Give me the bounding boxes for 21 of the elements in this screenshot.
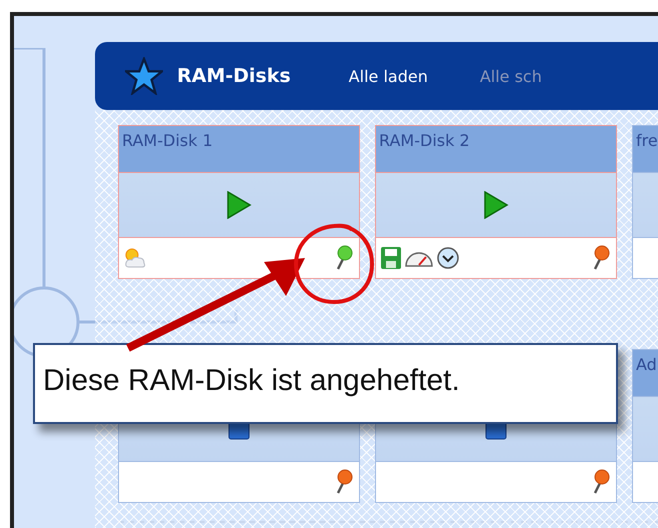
panel-title: RAM-Disks (177, 65, 291, 87)
weather-icon (123, 247, 147, 269)
save-icon (380, 246, 402, 270)
disk-card[interactable]: RAM-Disk 1 (118, 125, 360, 279)
play-icon (226, 191, 252, 219)
disk-card[interactable]: frei (632, 125, 658, 279)
disk-name: RAM-Disk 2 (379, 131, 470, 150)
callout-text: Diese RAM-Disk ist angeheftet. (43, 364, 460, 398)
clock-icon (436, 246, 460, 270)
disk-card[interactable]: RAM-Disk 2 (375, 125, 617, 279)
disk-name: Ad (636, 355, 657, 374)
pin-icon[interactable] (592, 469, 610, 495)
disk-name: RAM-Disk 1 (122, 131, 213, 150)
play-icon (483, 191, 509, 219)
pin-icon[interactable] (335, 245, 353, 271)
pin-icon[interactable] (335, 469, 353, 495)
disk-name: frei (636, 131, 658, 150)
star-icon (125, 57, 163, 95)
toolbar-link[interactable]: Alle laden (348, 66, 428, 86)
disk-card[interactable]: Ad (632, 349, 658, 503)
pin-icon[interactable] (592, 245, 610, 271)
